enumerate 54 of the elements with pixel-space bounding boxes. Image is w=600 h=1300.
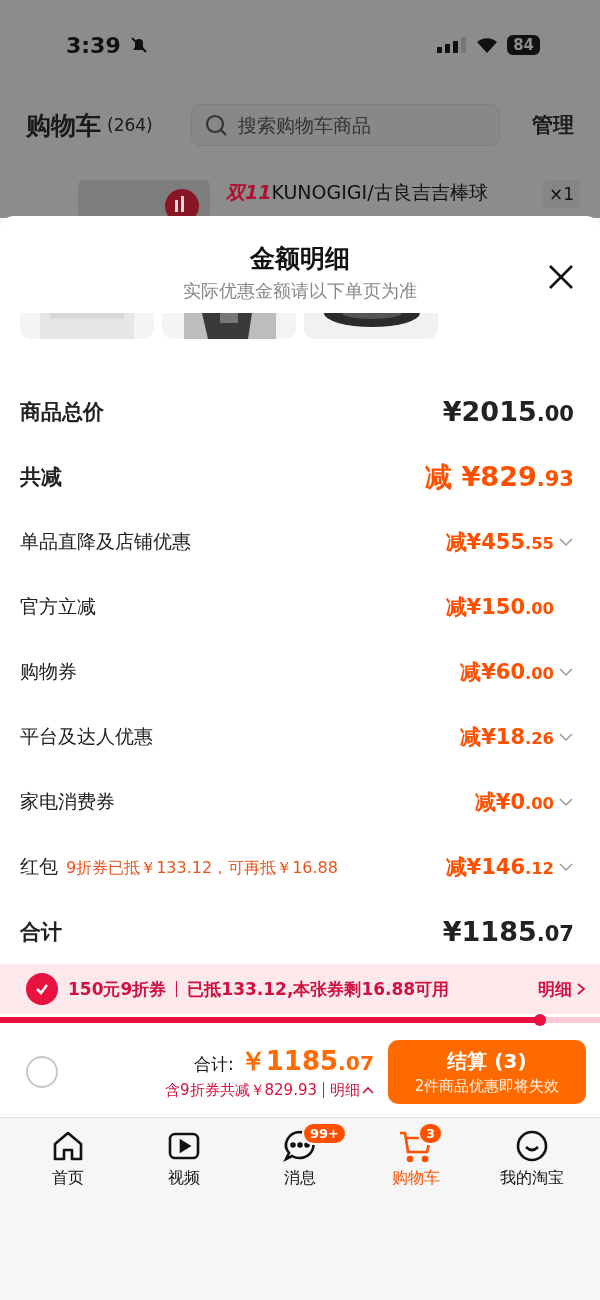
manage-button[interactable]: 管理: [532, 111, 574, 139]
amount-label: 平台及达人优惠: [20, 723, 153, 749]
coupon-detail-link[interactable]: 明细: [538, 977, 586, 1001]
chevron-right-icon: [576, 982, 586, 996]
amount-label: 家电消费券: [20, 788, 115, 814]
amount-value: 减¥146.12: [445, 853, 554, 881]
wifi-icon: [475, 36, 500, 54]
amount-label: 单品直降及店铺优惠: [20, 528, 191, 554]
amount-label: 官方立减: [20, 593, 96, 619]
smiley-icon: [514, 1128, 550, 1164]
amount-label: 共减: [20, 463, 62, 491]
amount-value: 减¥455.55: [445, 528, 554, 556]
coupon-checkbox[interactable]: [26, 973, 58, 1005]
quantity: ×1: [542, 180, 580, 208]
amount-value: ¥2015.00: [442, 396, 574, 427]
battery-level: 84: [507, 35, 540, 55]
tab-bar-item[interactable]: 首页: [18, 1128, 118, 1189]
signal-icon: [437, 37, 468, 53]
search-field[interactable]: 搜索购物车商品: [190, 104, 500, 146]
page-title: 购物车: [26, 109, 101, 142]
total-label: 合计:: [194, 1052, 234, 1076]
coupon-status: 已抵133.12,本张券剩16.88可用: [187, 977, 451, 1001]
sheet-subtitle: 实际优惠金额请以下单页为准: [183, 279, 417, 303]
chevron-up-icon: [362, 1085, 374, 1095]
amount-label: 红包: [20, 853, 58, 879]
saving-text: 含9折券共减￥829.93: [164, 1080, 317, 1100]
item-count: (264): [107, 115, 153, 135]
count-badge: 3: [418, 1122, 444, 1145]
discount-note: 9折券已抵￥133.12，可再抵￥16.88: [66, 857, 338, 879]
status-time: 3:39: [66, 32, 121, 58]
search-icon: [203, 113, 228, 137]
count-badge: 99+: [302, 1122, 347, 1145]
product-title: 双11 KUNOGIGI/古良吉吉棒球: [226, 180, 489, 205]
coupon-name: 150元9折券: [68, 977, 167, 1001]
search-input[interactable]: 搜索购物车商品: [235, 113, 487, 137]
checkout-button[interactable]: 结算 (3) 2件商品优惠即将失效: [388, 1039, 586, 1104]
amount-label: 合计: [20, 918, 62, 946]
amount-value: 减¥18.26: [460, 723, 554, 751]
amount-value: ¥1185.07: [442, 916, 574, 947]
amount-label: 商品总价: [20, 398, 104, 426]
amount-value: 减¥60.00: [460, 658, 554, 686]
tab-bar-item[interactable]: 视频: [134, 1128, 234, 1189]
amount-value: 减¥150.00: [445, 593, 554, 621]
amount-value: 减 ¥829.93: [425, 459, 574, 494]
progress-knob: [534, 1014, 546, 1026]
close-button[interactable]: [548, 264, 574, 290]
bell-muted-icon: [128, 35, 149, 55]
amount-label: 购物券: [20, 658, 77, 684]
sheet-title: 金额明细: [250, 243, 350, 275]
select-all-radio[interactable]: [26, 1055, 58, 1088]
tab-bar-item[interactable]: 我的淘宝: [482, 1128, 582, 1189]
amount-value: 减¥0.00: [474, 788, 554, 816]
total-price: ￥1185.07: [239, 1044, 374, 1078]
detail-link[interactable]: 明细: [330, 1080, 374, 1100]
